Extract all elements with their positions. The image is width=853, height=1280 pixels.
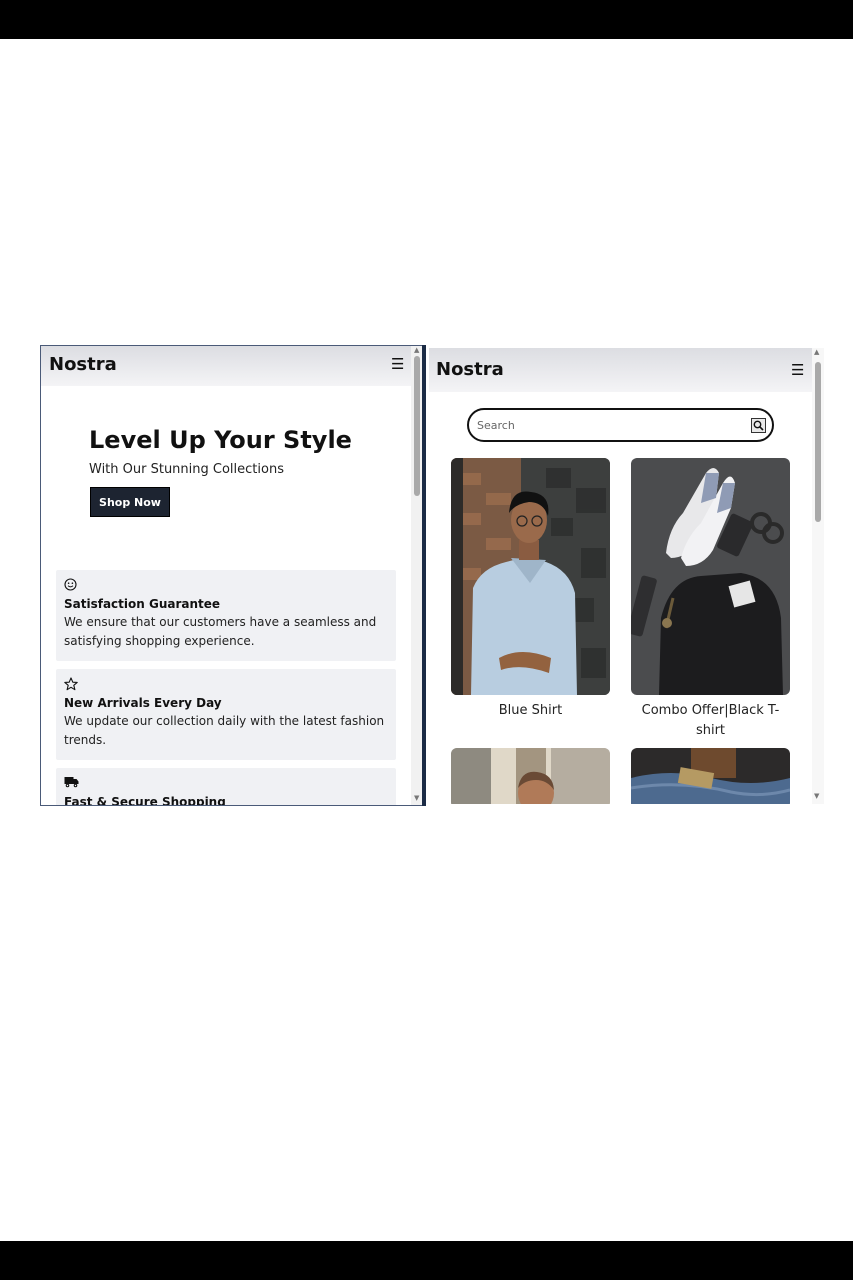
smiley-icon [64,578,388,596]
top-black-bar [0,0,853,39]
feature-description: We update our collection daily with the … [64,714,385,747]
search-icon [753,420,764,431]
product-image-blue-shirt[interactable] [451,458,610,695]
hamburger-icon[interactable]: ☰ [391,355,404,373]
feature-title: Satisfaction Guarantee [64,597,221,611]
product-name[interactable]: Combo Offer|Black T-shirt [631,701,790,741]
brand-logo[interactable]: Nostra [49,354,117,375]
star-icon [64,677,388,695]
hero-subtitle: With Our Stunning Collections [89,462,284,477]
product-image-combo-offer[interactable] [631,458,790,695]
navbar: Nostra ☰ [41,346,411,386]
brand-logo[interactable]: Nostra [436,359,504,380]
search-bar [467,408,774,442]
home-page-window: Nostra ☰ Level Up Your Style With Our St… [40,345,426,806]
scrollbar[interactable]: ▲ ▼ [812,348,824,804]
scroll-up-arrow[interactable]: ▲ [814,348,819,356]
feature-card: Fast & Secure Shopping [56,768,396,806]
navbar: Nostra ☰ [429,348,812,392]
search-button[interactable] [751,418,766,433]
products-page-window: Nostra ☰ Search Blue Shirt Combo Offer|B… [429,348,824,804]
scroll-down-arrow[interactable]: ▼ [814,792,819,800]
scroll-thumb[interactable] [815,362,821,522]
feature-card: New Arrivals Every Day We update our col… [56,669,396,760]
hamburger-icon[interactable]: ☰ [791,361,804,379]
product-image[interactable] [631,748,790,804]
product-name[interactable]: Blue Shirt [451,701,610,721]
truck-icon [64,776,388,794]
product-image[interactable] [451,748,610,804]
hero-title: Level Up Your Style [89,426,352,454]
scroll-up-arrow[interactable]: ▲ [414,346,419,354]
window-divider [422,345,426,806]
feature-card: Satisfaction Guarantee We ensure that ou… [56,570,396,661]
scroll-thumb[interactable] [414,356,420,496]
scroll-down-arrow[interactable]: ▼ [414,794,419,802]
search-input[interactable] [477,416,737,434]
feature-description: We ensure that our customers have a seam… [64,615,377,648]
shop-now-button[interactable]: Shop Now [90,487,170,517]
bottom-black-bar [0,1241,853,1280]
feature-title: Fast & Secure Shopping [64,795,226,806]
feature-title: New Arrivals Every Day [64,696,222,710]
